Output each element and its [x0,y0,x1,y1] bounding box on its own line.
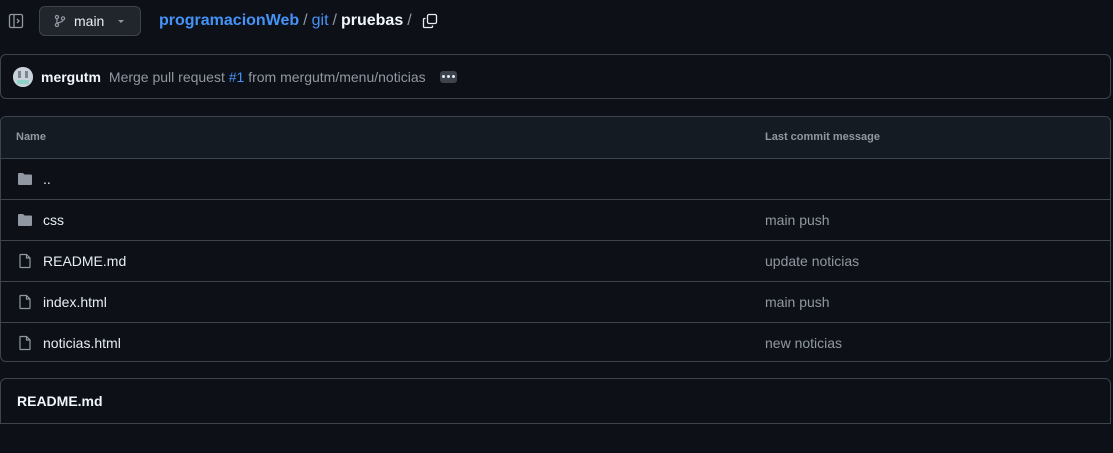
top-bar: main programacionWeb / git / pruebas / [0,0,1113,44]
commit-message-prefix: Merge pull request [108,68,225,85]
copy-path-icon[interactable] [422,13,438,29]
breadcrumb-separator: / [332,12,337,29]
file-name-link[interactable]: css [43,212,64,228]
folder-icon [17,171,33,187]
row-commit-message[interactable]: main push [765,212,830,228]
chevron-down-icon [116,16,126,26]
readme-panel: README.md [0,378,1111,424]
row-commit-message[interactable]: main push [765,294,830,310]
commit-message[interactable]: Merge pull request #1 from mergutm/menu/… [109,69,426,85]
row-commit-message[interactable]: new noticias [765,335,842,351]
git-branch-icon [53,14,67,28]
column-header-name: Name [16,131,46,143]
file-icon [17,294,33,310]
breadcrumb-current: pruebas [340,12,404,29]
sidebar-toggle-icon[interactable] [7,12,25,30]
row-commit-message[interactable]: update noticias [765,253,859,269]
breadcrumb-separator: / [303,12,308,29]
file-name-link[interactable]: README.md [43,253,126,269]
table-row[interactable]: noticias.html new noticias [1,323,1110,361]
file-icon [17,253,33,269]
commit-message-suffix: from mergutm/menu/noticias [248,68,426,85]
branch-name: main [74,13,105,29]
breadcrumb-folder-link[interactable]: git [312,12,329,30]
breadcrumb-separator: / [407,12,412,29]
file-icon [17,335,33,351]
parent-directory-link[interactable]: .. [43,171,51,187]
folder-icon [17,212,33,228]
branch-select-button[interactable]: main [39,6,141,36]
readme-title[interactable]: README.md [17,393,103,409]
commit-author-link[interactable]: mergutm [41,69,101,85]
latest-commit-bar: mergutm Merge pull request #1 from mergu… [0,54,1111,99]
table-row[interactable]: README.md update noticias [1,241,1110,282]
pull-request-link[interactable]: #1 [229,69,245,85]
table-row[interactable]: css main push [1,200,1110,241]
file-name-link[interactable]: index.html [43,294,107,310]
breadcrumb-repo-link[interactable]: programacionWeb [159,12,299,30]
file-table: Name Last commit message .. css main pus… [0,116,1111,362]
table-row[interactable]: index.html main push [1,282,1110,323]
breadcrumb: programacionWeb / git / pruebas / [159,12,438,30]
table-row[interactable]: .. [1,159,1110,200]
table-header: Name Last commit message [1,117,1110,159]
file-name-link[interactable]: noticias.html [43,335,121,351]
avatar[interactable] [13,66,33,87]
commit-details-ellipsis-icon[interactable] [439,70,457,83]
column-header-commit-message: Last commit message [765,131,880,143]
